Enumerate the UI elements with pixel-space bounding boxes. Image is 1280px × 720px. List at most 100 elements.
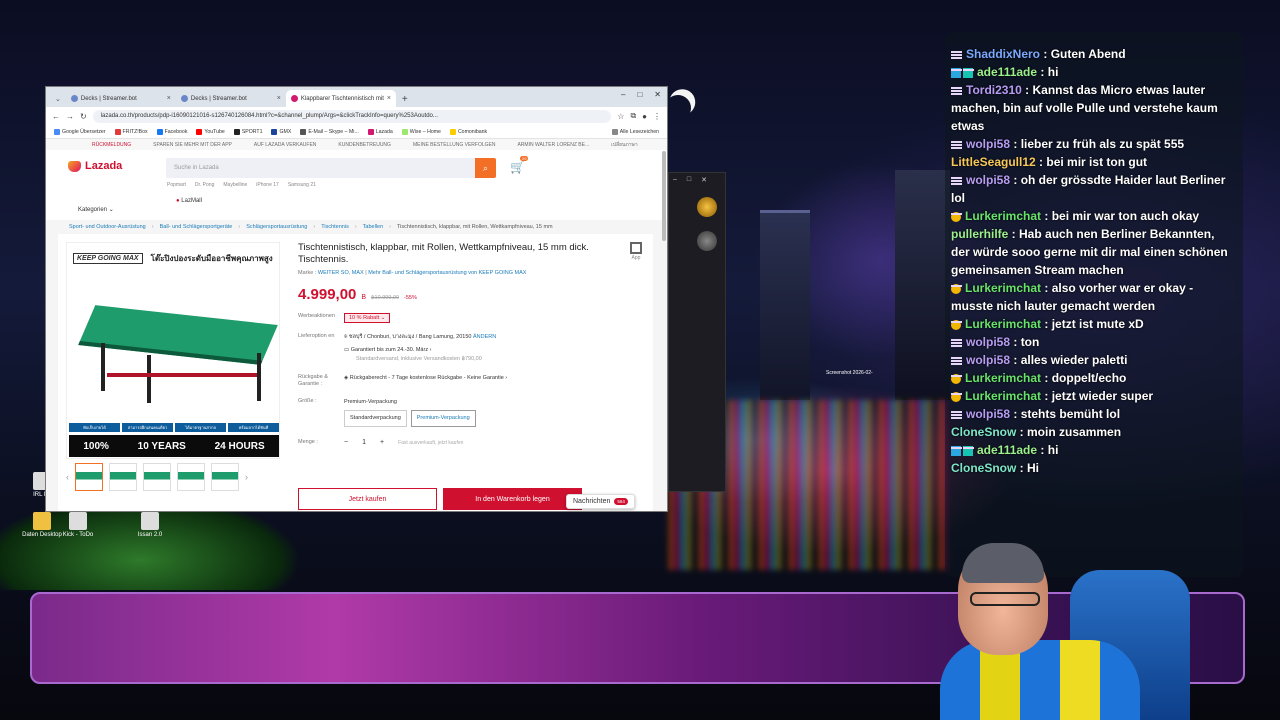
maximize-icon[interactable]: □: [637, 90, 642, 99]
url-input[interactable]: lazada.co.th/products/pdp-i16090121016-s…: [92, 109, 612, 123]
forward-icon[interactable]: →: [66, 112, 74, 121]
bookmark-item[interactable]: Google Übersetzer: [54, 128, 106, 135]
add-to-cart-button[interactable]: In den Warenkorb legen: [443, 488, 582, 510]
search-input[interactable]: Suche in Lazada: [166, 158, 496, 178]
tab-lazada[interactable]: Klappbarer Tischtennistisch mit ×: [285, 90, 396, 107]
chat-username[interactable]: CloneSnow: [951, 425, 1016, 439]
close-tab-icon[interactable]: ×: [387, 95, 391, 102]
bookmark-item[interactable]: GMX: [271, 128, 291, 135]
menu-icon[interactable]: ⋮: [653, 112, 661, 121]
chevron-left-icon[interactable]: ‹: [66, 472, 69, 482]
chat-username[interactable]: CloneSnow: [951, 461, 1016, 475]
profile-icon[interactable]: ●: [642, 112, 647, 121]
suggestion-link[interactable]: iPhone 17: [256, 182, 279, 188]
thumbnail[interactable]: [143, 463, 171, 491]
bookmark-item[interactable]: Lazada: [367, 128, 393, 135]
breadcrumb-link[interactable]: Ball- und Schlägersportgeräte: [160, 224, 233, 230]
extensions-icon[interactable]: ⧉: [630, 111, 636, 121]
search-button[interactable]: ⌕: [475, 158, 496, 178]
app-qr[interactable]: App: [630, 242, 642, 261]
thumbnail[interactable]: [75, 463, 103, 491]
tab-streamerbot-1[interactable]: Decks | Streamer.bot ×: [66, 90, 176, 107]
breadcrumb-link[interactable]: Tischtennis: [321, 224, 349, 230]
bookmark-item[interactable]: Facebook: [156, 128, 187, 135]
chat-username[interactable]: wolpi58: [966, 353, 1010, 367]
close-tab-icon[interactable]: ×: [277, 95, 281, 102]
tab-streamerbot-2[interactable]: Decks | Streamer.bot ×: [176, 90, 286, 107]
minimize-icon[interactable]: –: [673, 176, 677, 184]
suggestion-link[interactable]: Samsung 21: [288, 182, 316, 188]
thumbnail[interactable]: [211, 463, 239, 491]
chevron-right-icon[interactable]: ›: [245, 472, 248, 482]
chat-username[interactable]: Lurkerimchat: [965, 281, 1041, 295]
desktop-icon[interactable]: Issan 2.0: [130, 512, 170, 538]
bookmark-item[interactable]: SPORT1: [233, 128, 262, 135]
maximize-icon[interactable]: □: [687, 176, 691, 184]
app-link[interactable]: SPAREN SIE MEHR MIT DER APP: [153, 142, 232, 148]
language-link[interactable]: เปลี่ยนภาษา: [611, 141, 638, 149]
chat-username[interactable]: ade111ade: [977, 65, 1037, 79]
new-tab-button[interactable]: +: [396, 94, 414, 107]
chat-username[interactable]: Lurkerimchat: [965, 209, 1041, 223]
scrollbar[interactable]: [662, 151, 666, 241]
feedback-link[interactable]: RÜCKMELDUNG: [92, 142, 131, 148]
bookmark-item[interactable]: FRITZ!Box: [114, 128, 148, 135]
size-option-standard[interactable]: Standardverpackung: [344, 410, 407, 427]
suggestion-link[interactable]: Maybelline: [223, 182, 247, 188]
thumbnail[interactable]: [177, 463, 205, 491]
brand-more-link[interactable]: Mehr Ball- und Schlägersportausrüstung v…: [368, 270, 526, 276]
messages-button[interactable]: Nachrichten 564: [566, 494, 635, 509]
suggestion-link[interactable]: Dr. Pong: [195, 182, 214, 188]
bookmark-item[interactable]: Wise – Home: [401, 128, 441, 135]
chat-username[interactable]: wolpi58: [966, 137, 1010, 151]
chat-username[interactable]: pullerhilfe: [951, 227, 1008, 241]
desktop-icon[interactable]: Kick - ToDo: [58, 512, 98, 538]
chat-username[interactable]: Lurkerimchat: [965, 389, 1041, 403]
suggestion-link[interactable]: Popmart: [167, 182, 186, 188]
thumbnail[interactable]: [109, 463, 137, 491]
reload-icon[interactable]: ↻: [80, 112, 87, 121]
chat-username[interactable]: wolpi58: [966, 335, 1010, 349]
account-link[interactable]: ARMIN WALTER LORENZ BE...: [517, 142, 589, 148]
chat-username[interactable]: wolpi58: [966, 407, 1010, 421]
chat-username[interactable]: wolpi58: [966, 173, 1010, 187]
size-option-premium[interactable]: Premium-Verpackung: [410, 410, 476, 427]
chat-username[interactable]: Lurkerimchat: [965, 371, 1041, 385]
minimize-icon[interactable]: –: [621, 90, 625, 99]
lazmall-link[interactable]: ● LazMall: [176, 198, 202, 204]
bookmark-item[interactable]: E-Mail – Skype – Mi...: [300, 128, 359, 135]
breadcrumb-link[interactable]: Tabellen: [363, 224, 384, 230]
breadcrumb-link[interactable]: Sport- und Outdoor-Ausrüstung: [69, 224, 146, 230]
brand-link[interactable]: WEITER SO, MAX: [318, 270, 364, 276]
chat-username[interactable]: Lurkerimchat: [965, 317, 1041, 331]
bookmark-item[interactable]: Comonibank: [449, 128, 487, 135]
all-bookmarks[interactable]: Alle Lesezeichen: [611, 128, 659, 135]
quantity-value[interactable]: 1: [362, 439, 366, 446]
track-order-link[interactable]: MEINE BESTELLUNG VERFOLGEN: [413, 142, 496, 148]
chat-username[interactable]: Tordi2310: [966, 83, 1022, 97]
plus-icon[interactable]: +: [380, 439, 384, 446]
close-tab-icon[interactable]: ×: [167, 95, 171, 102]
breadcrumb-link[interactable]: Schlägersportausrüstung: [246, 224, 307, 230]
product-main-image[interactable]: KEEP GOING MAX โต๊ะปิงปองระดับมืออาชีพคุณ…: [66, 242, 280, 459]
voucher-button[interactable]: 10 % Rabatt ⌄: [344, 313, 391, 323]
minus-icon[interactable]: −: [344, 439, 348, 446]
chat-username[interactable]: ade111ade: [977, 443, 1037, 457]
buy-now-button[interactable]: Jetzt kaufen: [298, 488, 437, 510]
close-icon[interactable]: ✕: [654, 90, 661, 99]
bookmark-item[interactable]: YouTube: [196, 128, 225, 135]
customer-care-link[interactable]: KUNDENBETREUUNG: [338, 142, 391, 148]
back-icon[interactable]: ←: [52, 112, 60, 121]
cart-icon[interactable]: 🛒: [510, 160, 525, 174]
sell-link[interactable]: AUF LAZADA VERKAUFEN: [254, 142, 317, 148]
bookmark-star-icon[interactable]: ☆: [617, 112, 624, 121]
tab-list-icon[interactable]: ⌄: [50, 95, 66, 107]
categories-dropdown[interactable]: Kategorien ⌄: [78, 206, 114, 213]
background-window[interactable]: – □ ✕: [668, 172, 726, 492]
change-address-link[interactable]: ÄNDERN: [473, 334, 496, 340]
close-icon[interactable]: ✕: [701, 176, 707, 184]
desktop-screenshot-label[interactable]: Screenshot 2026-02-: [826, 370, 873, 376]
chat-username[interactable]: LittleSeagull12: [951, 155, 1036, 169]
desktop-icon[interactable]: Daten Desktop: [22, 512, 62, 538]
lazada-logo[interactable]: Lazada: [68, 160, 122, 172]
